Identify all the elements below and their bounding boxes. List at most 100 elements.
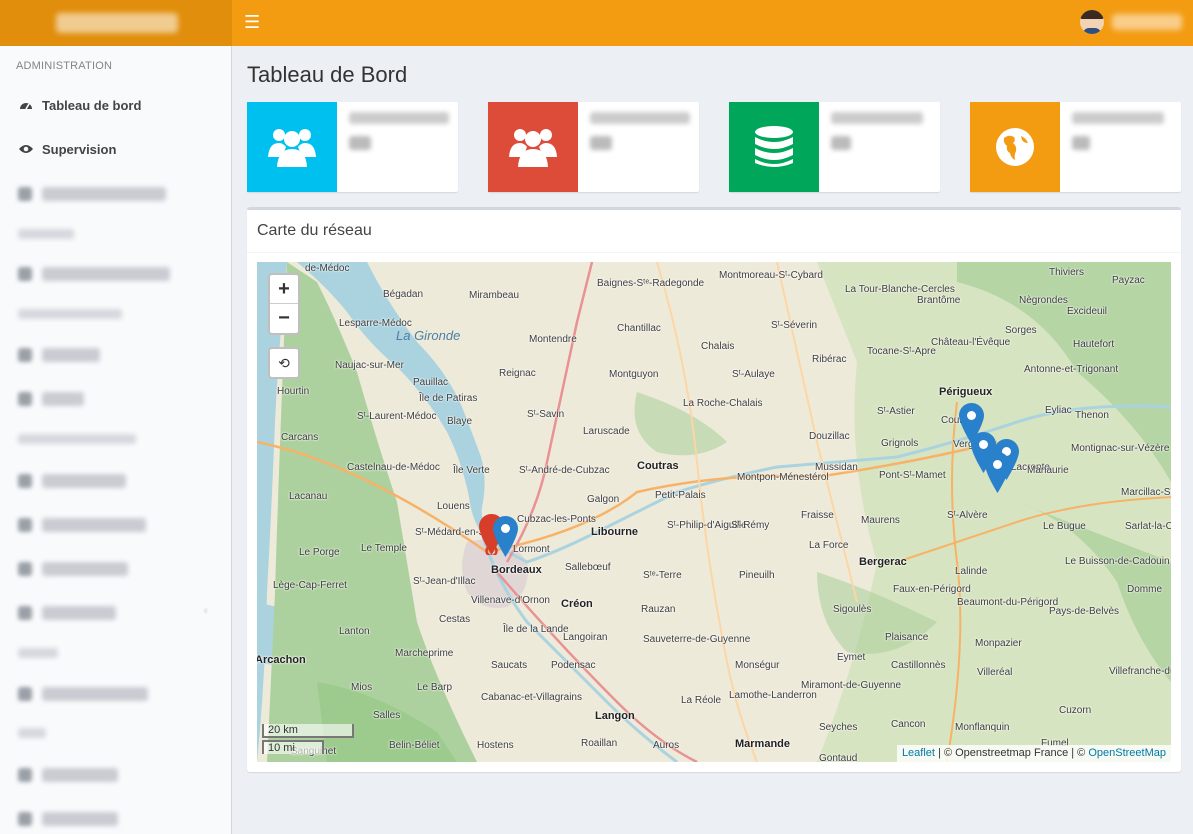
map-place-label: Lormont [513,544,550,555]
redacted-sidebar-item[interactable] [42,348,100,362]
map-place-label: Reignac [499,368,536,379]
map-place-label: Hautefort [1073,339,1115,350]
redacted-sidebar-header [18,728,46,738]
sidebar-item-dashboard[interactable]: Tableau de bord [0,86,231,124]
map-place-label: Bergerac [859,556,907,568]
map-place-label: Montpon-Ménestérol [737,472,829,483]
zoom-out-button[interactable]: − [270,304,298,333]
map-marker-icon[interactable] [985,452,1010,493]
map-place-label: Nègrondes [1019,295,1068,306]
users-icon [488,102,578,192]
map-place-label: Auros [653,740,680,751]
map-place-label: Le Barp [417,682,453,693]
redacted-sidebar-item[interactable] [42,518,146,532]
map-place-label: Sᵗ-Aulaye [732,369,775,380]
map-place-label: Thenon [1075,410,1109,421]
info-box-value-redacted [831,136,851,150]
map-place-label: La Force [809,540,849,551]
info-box-label-redacted [831,112,923,124]
reset-view-button[interactable]: ⟲ [268,347,300,379]
map-place-label: Podensac [551,660,596,671]
map-place-label: Gontaud [819,753,858,762]
map-marker-icon[interactable] [493,516,518,557]
redacted-icon [18,187,32,201]
leaflet-map[interactable]: de-Médoc Bégadan Mirambeau Baignes-Sᵗᵉ-R… [257,262,1171,762]
map-place-label: Sᵗ-Savin [527,409,565,420]
globe-icon [970,102,1060,192]
map-place-label: Salles [373,710,401,721]
map-place-label: La Gironde [396,328,461,343]
map-place-label: Sᵗ-André-de-Cubzac [519,465,610,476]
map-tiles [257,262,1171,762]
map-place-label: Pineuilh [739,570,775,581]
map-place-label: Pauillac [413,377,449,388]
map-place-label: Créon [561,598,593,610]
map-place-label: Cuzorn [1059,705,1092,716]
redacted-sidebar-header [18,648,58,658]
map-place-label: Île de la Lande [503,624,569,635]
map-place-label: Marmande [735,738,791,750]
redacted-sidebar-item[interactable] [42,606,116,620]
hamburger-icon[interactable]: ☰ [244,12,262,32]
map-place-label: Blaye [447,416,473,427]
map-place-label: Sorges [1005,325,1037,336]
sidebar: ADMINISTRATION Tableau de bord Supervisi… [0,46,232,834]
redacted-sidebar-item[interactable] [42,267,170,281]
map-place-label: Sᵗ-Laurent-Médoc [357,411,437,422]
redacted-icon [18,687,32,701]
map-place-label: Pont-Sᵗ-Mamet [879,470,946,481]
info-box-label-redacted [590,112,690,124]
map-place-label: Sᵗ-Jean-d'Illac [413,576,476,587]
map-place-label: Payzac [1112,275,1145,286]
map-place-label: Sᵗ-Rémy [731,520,770,531]
map-place-label: La Tour-Blanche-Cercles [845,284,955,295]
map-place-label: Louens [437,501,470,512]
map-place-label: Antonne-et-Trigonant [1024,364,1119,375]
openstreetmap-link[interactable]: OpenStreetMap [1088,747,1166,759]
info-box-value-redacted [349,136,371,150]
map-place-label: Domme [1127,584,1163,595]
map-place-label: Marcheprime [395,648,454,659]
sidebar-item-supervision[interactable]: Supervision [0,130,231,168]
map-place-label: Lalinde [955,566,988,577]
redacted-icon [18,768,32,782]
top-navbar: ☰ [0,0,1193,46]
username-redacted[interactable] [1112,14,1182,30]
redacted-sidebar-item[interactable] [42,687,148,701]
users-icon [247,102,337,192]
map-place-label: Sᵗᵉ-Terre [643,570,682,581]
page-title: Tableau de Bord [247,62,408,87]
map-place-label: Naujac-sur-Mer [335,360,404,371]
map-place-label: Castelnau-de-Médoc [347,462,440,473]
map-place-label: Montguyon [609,369,659,380]
info-box-value-redacted [590,136,612,150]
leaflet-link[interactable]: Leaflet [902,747,935,759]
map-place-label: Maurens [861,515,900,526]
map-place-label: Villeréal [977,667,1013,678]
redacted-icon [18,812,32,826]
chevron-left-icon[interactable]: ‹ [204,605,214,619]
zoom-in-button[interactable]: + [270,275,298,304]
map-place-label: Manaurie [1027,465,1069,476]
map-place-label: Le Bugue [1043,521,1086,532]
map-place-label: Villefranche-du-Périgord [1109,666,1171,677]
avatar[interactable] [1080,10,1104,34]
redacted-icon [18,606,32,620]
redacted-sidebar-item[interactable] [42,768,118,782]
scale-km: 20 km [262,724,354,738]
redacted-icon [18,348,32,362]
map-place-label: Libourne [591,526,639,538]
map-place-label: Rauzan [641,604,676,615]
info-box-label-redacted [349,112,449,124]
redacted-sidebar-item[interactable] [42,187,166,201]
redacted-sidebar-item[interactable] [42,812,118,826]
redacted-sidebar-item[interactable] [42,562,128,576]
map-place-label: Sarlat-la-Canéda [1125,521,1171,532]
brand-logo[interactable] [0,0,232,46]
map-place-label: Seyches [819,722,858,733]
map-place-label: Saucats [491,660,528,671]
redacted-sidebar-item[interactable] [42,474,126,488]
map-place-label: Mios [351,682,373,693]
redacted-icon [18,392,32,406]
redacted-sidebar-item[interactable] [42,392,84,406]
